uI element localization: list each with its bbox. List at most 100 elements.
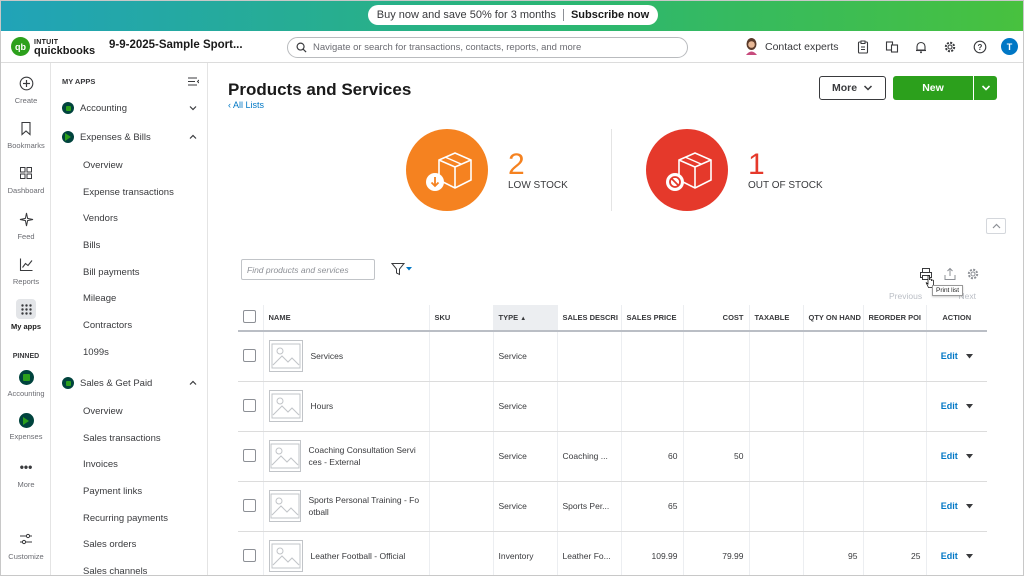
global-search-input[interactable]: Navigate or search for transactions, con… (287, 37, 688, 58)
settings-gear-icon[interactable] (966, 267, 980, 281)
help-icon[interactable]: ? (973, 40, 987, 54)
col-sales-price[interactable]: SALES PRICE (621, 305, 684, 332)
row-checkbox[interactable] (243, 398, 256, 412)
bell-icon[interactable] (914, 40, 928, 54)
table-body: Services Service Edit Hours Service Edit Coach… (238, 331, 987, 575)
col-type[interactable]: TYPE ▲ (493, 305, 558, 332)
menu-item-sales-transactions[interactable]: Sales transactions (83, 433, 161, 444)
menu-item-sales-channels[interactable]: Sales channels (83, 566, 147, 575)
col-name[interactable]: NAME (263, 305, 430, 332)
rail-pinned-accounting[interactable]: Accounting (1, 370, 51, 398)
new-dropdown-button[interactable] (974, 76, 997, 100)
group-sales[interactable]: Sales & Get Paid (62, 377, 197, 389)
row-checkbox[interactable] (243, 498, 256, 512)
image-placeholder-icon[interactable] (268, 490, 301, 522)
collapse-menu-icon[interactable] (188, 77, 199, 86)
edit-label: Edit (940, 401, 958, 411)
col-qty-on-hand[interactable]: QTY ON HAND (803, 305, 864, 332)
edit-action-button[interactable]: Edit (932, 401, 983, 411)
new-button[interactable]: New (893, 76, 973, 100)
name-cell[interactable]: Leather Football - Official (263, 531, 430, 575)
col-sku[interactable]: SKU (429, 305, 494, 332)
rail-more[interactable]: ••• More (1, 457, 51, 489)
quickbooks-logo[interactable]: qb INTUIT quickbooks (11, 37, 95, 56)
group-expenses[interactable]: Expenses & Bills (62, 131, 197, 143)
row-checkbox[interactable] (243, 448, 256, 462)
menu-item-expense-transactions[interactable]: Expense transactions (83, 187, 174, 198)
company-name[interactable]: 9-9-2025-Sample Sport... (109, 39, 243, 51)
app-switch-icon[interactable] (885, 40, 899, 54)
menu-item-sales-orders[interactable]: Sales orders (83, 539, 136, 550)
export-icon[interactable] (943, 267, 957, 281)
menu-item-invoices[interactable]: Invoices (83, 459, 118, 470)
clipboard-icon[interactable] (856, 40, 870, 54)
edit-action-button[interactable]: Edit (932, 451, 983, 461)
out-of-stock-widget[interactable]: 1 OUT OF STOCK (646, 129, 823, 211)
promo-pill[interactable]: Buy now and save 50% for 3 months Subscr… (368, 5, 658, 25)
image-placeholder-icon[interactable] (268, 440, 301, 472)
low-stock-widget[interactable]: 2 LOW STOCK (406, 129, 568, 211)
name-cell[interactable]: Services (263, 331, 430, 382)
name-cell[interactable]: Sports Personal Training - Fo otball (263, 481, 430, 532)
menu-item-payment-links[interactable]: Payment links (83, 486, 142, 497)
menu-item-mileage[interactable]: Mileage (83, 293, 116, 304)
all-lists-link[interactable]: ‹ All Lists (228, 100, 264, 110)
menu-item-recurring-payments[interactable]: Recurring payments (83, 513, 168, 524)
menu-item-contractors[interactable]: Contractors (83, 320, 132, 331)
image-placeholder-icon[interactable] (268, 390, 303, 422)
pager-previous[interactable]: Previous (889, 291, 922, 301)
rail-feed[interactable]: Feed (1, 209, 51, 241)
menu-item-1099s[interactable]: 1099s (83, 347, 109, 358)
col-cost[interactable]: COST (683, 305, 750, 332)
col-sales-description[interactable]: SALES DESCRI (557, 305, 622, 332)
image-placeholder-icon[interactable] (268, 340, 303, 373)
row-checkbox[interactable] (243, 348, 256, 362)
cost-cell (683, 331, 750, 382)
group-accounting[interactable]: Accounting (62, 102, 197, 114)
action-caret-icon[interactable] (958, 401, 973, 411)
col-reorder-point[interactable]: REORDER POI (863, 305, 927, 332)
table-row[interactable]: Coaching Consultation Servi ces - Extern… (238, 431, 987, 482)
row-checkbox[interactable] (243, 548, 256, 562)
menu-item-overview[interactable]: Overview (83, 160, 123, 171)
find-products-input[interactable]: Find products and services (241, 259, 375, 280)
action-caret-icon[interactable] (958, 451, 973, 461)
menu-item-sales-overview[interactable]: Overview (83, 406, 123, 417)
gear-icon[interactable] (943, 40, 957, 54)
action-caret-icon[interactable] (958, 501, 973, 511)
subscribe-now-link[interactable]: Subscribe now (571, 9, 649, 21)
select-all-checkbox[interactable] (243, 310, 256, 323)
edit-action-button[interactable]: Edit (932, 351, 983, 361)
rail-create[interactable]: Create (1, 73, 51, 105)
filter-button[interactable] (390, 262, 413, 276)
rail-reports[interactable]: Reports (1, 254, 51, 286)
edit-action-button[interactable]: Edit (932, 501, 983, 511)
table-row[interactable]: Services Service Edit (238, 331, 987, 382)
menu-item-vendors[interactable]: Vendors (83, 213, 118, 224)
item-name: Services (310, 351, 344, 362)
search-placeholder: Navigate or search for transactions, con… (313, 42, 582, 53)
edit-action-button[interactable]: Edit (932, 551, 983, 561)
name-cell[interactable]: Coaching Consultation Servi ces - Extern… (263, 431, 430, 482)
name-cell[interactable]: Hours (263, 381, 430, 432)
table-row[interactable]: Sports Personal Training - Fo otball Serv… (238, 481, 987, 532)
menu-item-bills[interactable]: Bills (83, 240, 100, 251)
menu-item-bill-payments[interactable]: Bill payments (83, 267, 140, 278)
rail-pinned-expenses[interactable]: Expenses (1, 413, 51, 441)
contact-experts-button[interactable]: Contact experts (745, 38, 839, 55)
col-taxable[interactable]: TAXABLE (749, 305, 804, 332)
action-caret-icon[interactable] (958, 551, 973, 561)
more-button[interactable]: More (819, 76, 886, 100)
user-avatar[interactable]: T (1001, 38, 1018, 55)
table-row[interactable]: Hours Service Edit (238, 381, 987, 432)
rail-dashboard[interactable]: Dashboard (1, 163, 51, 195)
rail-customize[interactable]: Customize (1, 529, 51, 561)
action-caret-icon[interactable] (958, 351, 973, 361)
rail-bookmarks[interactable]: Bookmarks (1, 118, 51, 150)
accounting-app-icon (18, 370, 34, 385)
table-row[interactable]: Leather Football - Official Inventory Leat… (238, 531, 987, 575)
image-placeholder-icon[interactable] (268, 540, 303, 572)
search-icon (296, 42, 307, 53)
collapse-stats-button[interactable] (986, 218, 1006, 234)
rail-my-apps[interactable]: My apps (1, 299, 51, 331)
